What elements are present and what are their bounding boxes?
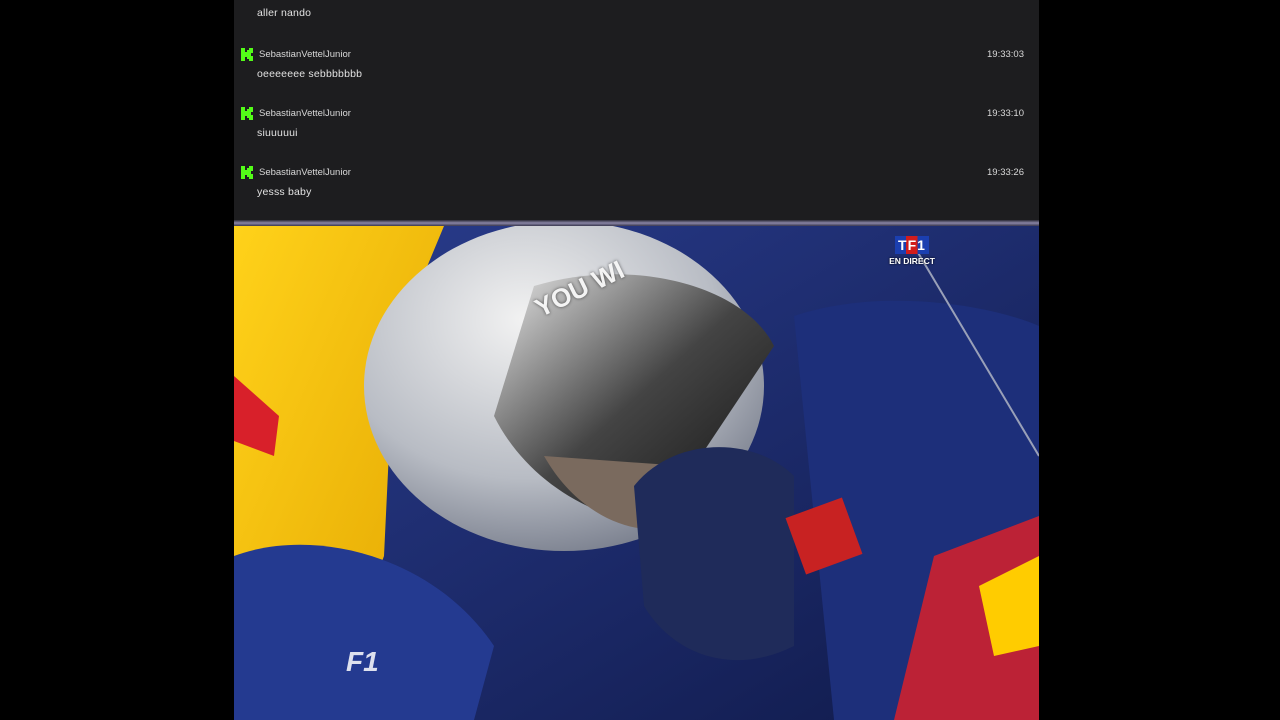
tf1-logo: TF1 EN DIRECT bbox=[889, 236, 935, 266]
live-label: EN DIRECT bbox=[889, 256, 935, 266]
chat-message-text: siuuuuui bbox=[257, 127, 298, 139]
chat-message: aller nando bbox=[234, 0, 1039, 37]
chat-message-text: aller nando bbox=[257, 7, 312, 19]
chat-message-text: oeeeeeee sebbbbbbb bbox=[257, 68, 363, 80]
chat-message: SebastianVettelJunior 19:33:10 siuuuuui bbox=[234, 107, 1039, 157]
chat-message-text: yesss baby bbox=[257, 186, 312, 198]
stream-page: aller nando SebastianVettelJunior 19:33:… bbox=[234, 0, 1039, 720]
chat-username[interactable]: SebastianVettelJunior bbox=[259, 49, 351, 60]
kick-logo-icon bbox=[241, 166, 253, 179]
chat-timestamp: 19:33:26 bbox=[987, 167, 1024, 178]
chat-username[interactable]: SebastianVettelJunior bbox=[259, 108, 351, 119]
video-player[interactable]: TF1 EN DIRECT YOU WI F1 bbox=[234, 226, 1039, 720]
chat-timestamp: 19:33:10 bbox=[987, 108, 1024, 119]
kick-logo-icon bbox=[241, 107, 253, 120]
chat-message: SebastianVettelJunior 19:33:26 yesss bab… bbox=[234, 166, 1039, 216]
kick-logo-icon bbox=[241, 48, 253, 61]
chat-username[interactable]: SebastianVettelJunior bbox=[259, 167, 351, 178]
chat-panel[interactable]: aller nando SebastianVettelJunior 19:33:… bbox=[234, 0, 1039, 220]
tf1-wordmark: TF1 bbox=[895, 236, 929, 254]
f1-logo: F1 bbox=[346, 646, 379, 677]
chat-timestamp: 19:33:03 bbox=[987, 49, 1024, 60]
chat-message: SebastianVettelJunior 19:33:03 oeeeeeee … bbox=[234, 48, 1039, 98]
